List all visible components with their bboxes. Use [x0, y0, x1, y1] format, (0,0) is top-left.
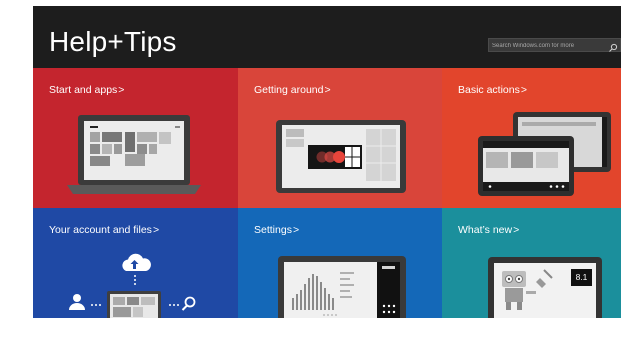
- tile-start-and-apps[interactable]: Start and apps>: [33, 68, 238, 208]
- tablet-app-bar-illustration: [478, 112, 611, 196]
- tile-whats-new[interactable]: What’s new> 8.1: [442, 208, 621, 318]
- page-title: Help+Tips: [49, 26, 177, 57]
- tile-getting-around[interactable]: Getting around>: [238, 68, 442, 208]
- header-bar: Help+Tips: [33, 6, 621, 68]
- tile-basic-actions[interactable]: Basic actions>: [442, 68, 621, 208]
- whats-new-robot-illustration: [488, 257, 602, 318]
- version-badge: 8.1: [571, 269, 592, 286]
- search-icon: [181, 296, 196, 311]
- settings-charms-illustration: [278, 256, 406, 318]
- search-box[interactable]: [488, 38, 621, 52]
- help-tips-app: Help+Tips Start and apps>: [33, 6, 621, 318]
- tile-your-account-and-files[interactable]: Your account and files>: [33, 208, 238, 318]
- user-icon: [69, 294, 85, 310]
- laptop-start-screen-illustration: [67, 115, 201, 194]
- search-icon[interactable]: [608, 40, 618, 58]
- account-sync-illustration: [69, 253, 196, 318]
- tablet-swipe-illustration: [276, 120, 406, 193]
- search-input[interactable]: [492, 40, 604, 51]
- tile-settings[interactable]: Settings>: [238, 208, 442, 318]
- cloud-icon: [122, 253, 151, 271]
